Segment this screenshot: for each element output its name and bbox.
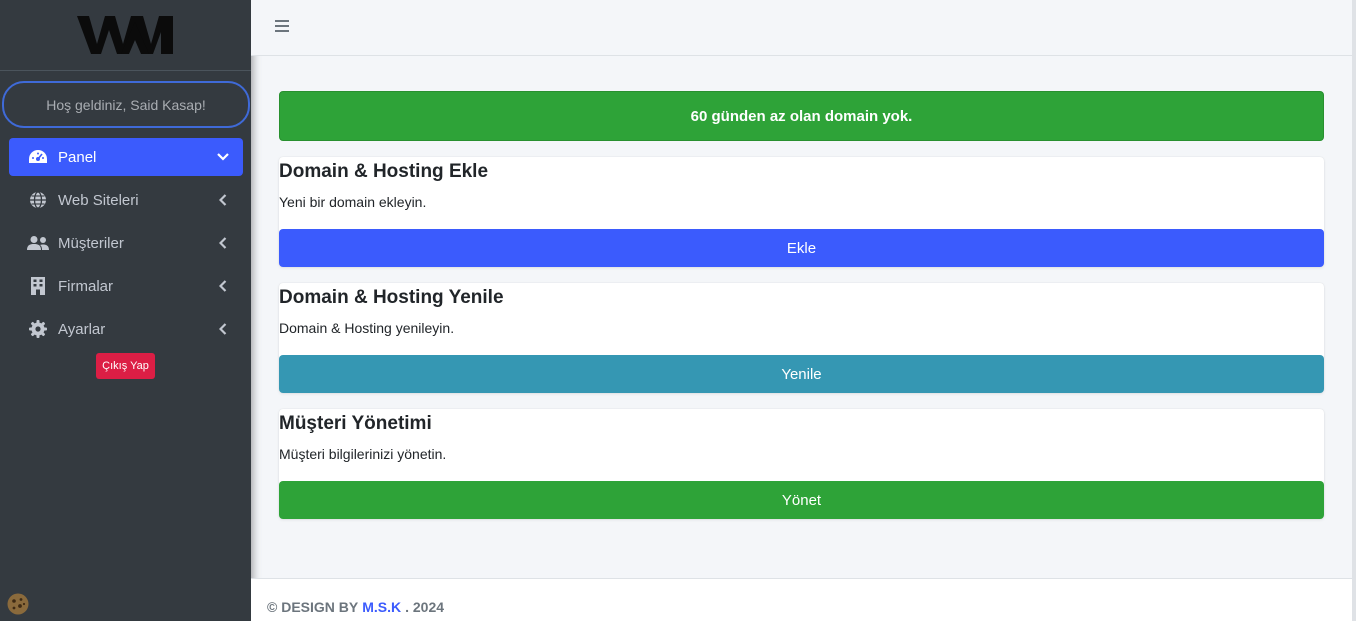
sidebar-item-web-siteleri[interactable]: Web Siteleri [9,181,243,219]
footer-prefix: © DESIGN BY [267,599,359,615]
card-text: Domain & Hosting yenileyin. [279,320,455,336]
sidebar-item-label: Ayarlar [58,320,106,338]
cookie-icon[interactable] [6,592,30,616]
dashboard-icon [27,147,49,167]
sidebar-item-firmalar[interactable]: Firmalar [9,267,243,305]
chevron-left-icon [217,194,229,206]
footer-year: . 2024 [405,599,445,615]
add-button[interactable]: Ekle [279,229,1324,267]
main-content: 60 günden az olan domain yok. Domain & H… [279,91,1324,519]
card-text: Yeni bir domain ekleyin. [279,194,427,210]
sidebar-item-label: Firmalar [58,277,113,295]
top-navbar [251,0,1352,56]
chevron-left-icon [217,280,229,292]
scrollbar[interactable] [1352,0,1356,621]
sidebar-item-label: Web Siteleri [58,191,139,209]
footer: © DESIGN BY M.S.K . 2024 [251,578,1352,621]
card-customer-management: Müşteri Yönetimi Müşteri bilgilerinizi y… [279,409,1324,519]
users-icon [27,233,49,253]
sidebar: Hoş geldiniz, Said Kasap! Panel Web Site… [0,0,251,621]
brand [0,0,251,71]
footer-brand-link[interactable]: M.S.K [362,599,401,615]
sidebar-item-label: Müşteriler [58,234,124,252]
gear-icon [27,319,49,339]
logout-button[interactable]: Çıkış Yap [96,353,155,379]
manage-button[interactable]: Yönet [279,481,1324,519]
card-text: Müşteri bilgilerinizi yönetin. [279,446,447,462]
card-title: Müşteri Yönetimi [279,413,432,434]
sidebar-nav: Panel Web Siteleri Müşteriler Firmalar A… [0,138,251,348]
sidebar-item-ayarlar[interactable]: Ayarlar [9,310,243,348]
chevron-down-icon [217,151,229,163]
hamburger-menu-icon[interactable] [275,20,289,34]
logout-wrap: Çıkış Yap [0,353,251,379]
card-add-domain: Domain & Hosting Ekle Yeni bir domain ek… [279,157,1324,267]
card-title: Domain & Hosting Ekle [279,161,489,182]
sidebar-item-panel[interactable]: Panel [9,138,243,176]
sidebar-item-label: Panel [58,148,97,166]
card-title: Domain & Hosting Yenile [279,287,504,308]
chevron-left-icon [217,237,229,249]
domain-expiry-alert: 60 günden az olan domain yok. [279,91,1324,141]
renew-button[interactable]: Yenile [279,355,1324,393]
welcome-message: Hoş geldiniz, Said Kasap! [2,81,250,128]
card-renew-domain: Domain & Hosting Yenile Domain & Hosting… [279,283,1324,393]
chevron-left-icon [217,323,229,335]
building-icon [27,276,49,296]
sidebar-item-musteriler[interactable]: Müşteriler [9,224,243,262]
globe-icon [27,190,49,210]
brand-logo[interactable] [76,12,175,58]
